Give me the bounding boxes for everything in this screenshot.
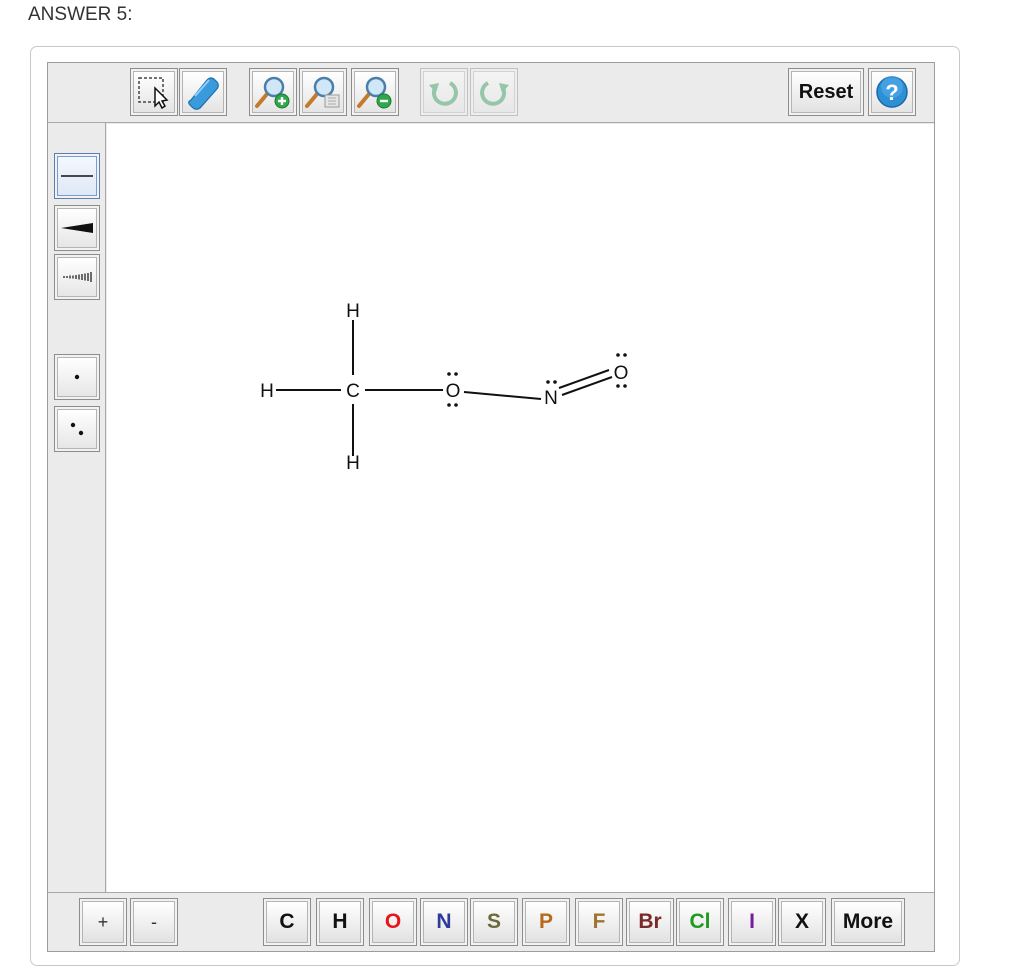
element-o-label: O [372, 901, 414, 943]
drawing-canvas[interactable]: H H C H O N O [107, 124, 934, 892]
more-elements-button[interactable]: More [831, 898, 905, 946]
zoom-fit-tool-button[interactable] [299, 68, 347, 116]
more-label: More [834, 901, 902, 943]
reset-button[interactable]: Reset [788, 68, 864, 116]
select-tool-button[interactable] [130, 68, 178, 116]
charge-minus-label: - [133, 901, 175, 943]
atom-o-double: O [614, 363, 629, 384]
hash-bond-tool-button[interactable] [54, 254, 100, 300]
atom-n: N [544, 388, 558, 409]
atom-h-bottom: H [346, 453, 360, 474]
lone-pair-icon [70, 422, 84, 436]
element-f-button[interactable]: F [575, 898, 623, 946]
eraser-icon [188, 77, 219, 110]
single-bond-tool-button[interactable] [54, 153, 100, 199]
lone-pair-tool-button[interactable] [54, 406, 100, 452]
element-x-button[interactable]: X [778, 898, 826, 946]
charge-plus-button[interactable]: + [79, 898, 127, 946]
charge-plus-label: + [82, 901, 124, 943]
bond-o-n [463, 391, 542, 400]
wedge-bond-tool-button[interactable] [54, 205, 100, 251]
element-n-button[interactable]: N [420, 898, 468, 946]
element-s-button[interactable]: S [470, 898, 518, 946]
single-dot-icon [74, 374, 80, 380]
wedge-bond-icon [61, 223, 93, 233]
atom-o-single: O [446, 381, 461, 402]
redo-icon [480, 81, 509, 106]
element-p-label: P [525, 901, 567, 943]
zoom-out-tool-button[interactable] [351, 68, 399, 116]
help-icon: ? [876, 76, 908, 108]
help-button[interactable]: ? [868, 68, 916, 116]
element-cl-button[interactable]: Cl [676, 898, 724, 946]
reset-label: Reset [791, 71, 861, 113]
element-n-label: N [423, 901, 465, 943]
zoom-out-icon [357, 76, 392, 109]
answer-title: ANSWER 5: [28, 4, 133, 25]
bottom-toolbar: + - C H O N S P F Br Cl I X More [48, 892, 934, 951]
zoom-in-tool-button[interactable] [249, 68, 297, 116]
element-br-button[interactable]: Br [626, 898, 674, 946]
element-i-button[interactable]: I [728, 898, 776, 946]
hash-bond-icon [63, 272, 92, 282]
element-h-button[interactable]: H [316, 898, 364, 946]
element-c-button[interactable]: C [263, 898, 311, 946]
bond-n-o-double-1 [561, 376, 613, 396]
eraser-tool-button[interactable] [179, 68, 227, 116]
element-p-button[interactable]: P [522, 898, 570, 946]
element-c-label: C [266, 901, 308, 943]
molecule-editor: Reset ? H H C H O N O + - C H O N S P F … [47, 62, 935, 952]
undo-icon [429, 81, 458, 106]
zoom-in-icon [255, 76, 290, 109]
charge-minus-button[interactable]: - [130, 898, 178, 946]
single-bond-icon [61, 175, 93, 177]
radical-tool-button[interactable] [54, 354, 100, 400]
atom-h-top: H [346, 301, 360, 322]
bond-n-o-double-2 [558, 369, 610, 389]
undo-tool-button[interactable] [420, 68, 468, 116]
molecule-drawing: H H C H O N O [260, 301, 629, 474]
zoom-fit-icon [305, 76, 340, 108]
element-x-label: X [781, 901, 823, 943]
element-br-label: Br [629, 901, 671, 943]
left-toolbar [48, 123, 106, 893]
atom-c: C [346, 381, 360, 402]
element-cl-label: Cl [679, 901, 721, 943]
element-h-label: H [319, 901, 361, 943]
top-toolbar: Reset ? [48, 63, 934, 123]
element-f-label: F [578, 901, 620, 943]
element-s-label: S [473, 901, 515, 943]
element-o-button[interactable]: O [369, 898, 417, 946]
atom-h-left: H [260, 381, 274, 402]
help-label: ? [885, 80, 898, 105]
element-i-label: I [731, 901, 773, 943]
lasso-select-icon [138, 77, 169, 110]
redo-tool-button[interactable] [470, 68, 518, 116]
